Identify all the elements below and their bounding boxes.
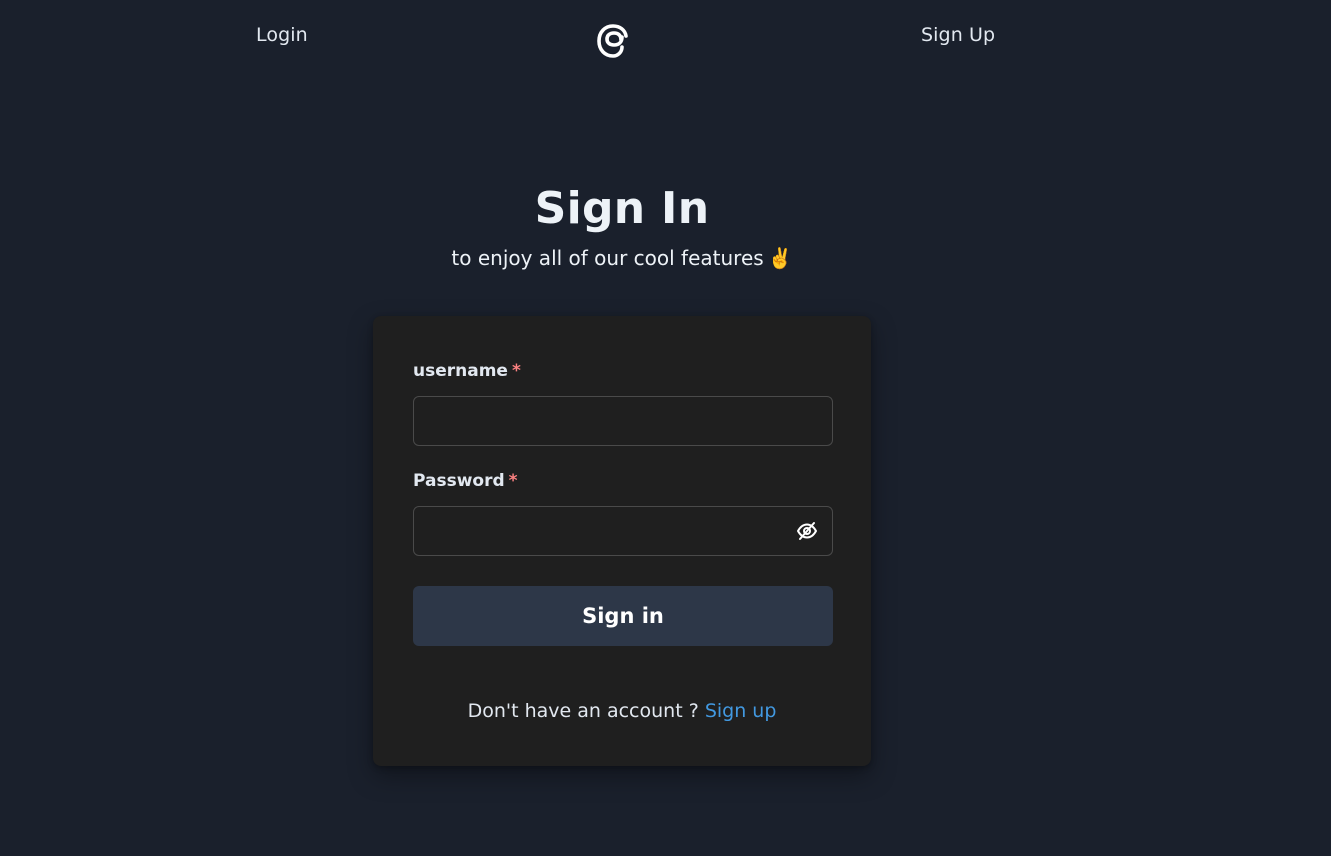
signup-link[interactable]: Sign Up [921,24,995,46]
signin-card: username * Password * Sign in Don't have a… [373,316,871,766]
username-label-text: username [413,361,508,381]
required-mark: * [508,471,518,491]
password-label-text: Password [413,471,505,491]
threads-logo-icon[interactable] [594,21,632,61]
top-navbar: Login Sign Up [0,0,1331,80]
victory-hand-icon: ✌️ [767,246,793,270]
username-input[interactable] [413,396,833,446]
page-subtitle: to enjoy all of our cool features ✌️ [0,246,1244,270]
required-mark: * [511,361,521,381]
password-input[interactable] [413,506,833,556]
signin-button[interactable]: Sign in [413,586,833,646]
subtitle-text: to enjoy all of our cool features [451,246,764,270]
signup-prompt-text: Don't have an account ? [467,700,699,722]
page-title: Sign In [534,183,710,234]
signup-prompt: Don't have an account ? Sign up [373,700,871,722]
password-label: Password * [413,471,518,491]
username-label: username * [413,361,521,381]
signup-footer-link[interactable]: Sign up [705,700,777,722]
eye-slash-icon[interactable] [793,518,821,544]
login-link[interactable]: Login [256,24,308,46]
